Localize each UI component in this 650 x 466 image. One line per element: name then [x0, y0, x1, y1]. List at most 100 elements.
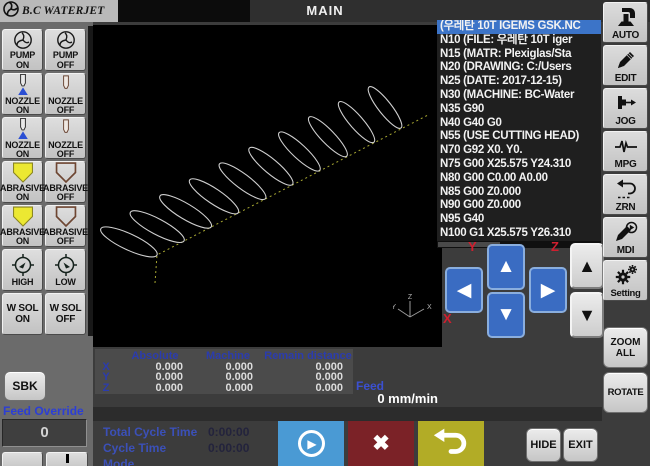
axis-z-label: Z: [95, 383, 117, 394]
menu-mdi-button[interactable]: MDI: [603, 217, 648, 258]
left-sidebar: PUMPON PUMPOFF NOZZLEON NOZZLEOFF NOZZLE…: [0, 22, 93, 466]
pump-icon: [56, 30, 76, 50]
zoom-all-button[interactable]: ZOOM ALL: [603, 327, 648, 368]
gcode-line[interactable]: N90 G00 Z0.000: [437, 199, 601, 213]
mode-label: Mode: [103, 457, 134, 466]
gcode-line[interactable]: N15 (MATR: Plexiglas/Sta: [437, 48, 601, 62]
y-machine-value: 0.000: [193, 372, 263, 383]
left-arrow-icon: ◀: [457, 279, 472, 302]
nozzle-off-button[interactable]: NOZZLEOFF: [45, 73, 86, 115]
jog-y-plus-button[interactable]: ▲: [487, 244, 525, 290]
logo-text: B.C WATERJET: [22, 5, 105, 17]
button-label: OFF: [43, 237, 88, 247]
title-bar: MAIN B.C WATERJET: [0, 0, 650, 22]
rotate-button[interactable]: ROTATE: [603, 372, 648, 413]
jog-z-plus-button[interactable]: ▲: [570, 243, 604, 289]
button-label: OFF: [50, 314, 82, 325]
cycle-stop-button[interactable]: ✖: [348, 421, 414, 466]
jog-z-minus-button[interactable]: ▼: [570, 292, 604, 338]
crosshair-icon: [54, 253, 78, 277]
down-arrow-icon: ▼: [497, 304, 516, 326]
jog-y-label: Y: [468, 239, 477, 254]
triad-z-label: Z: [408, 294, 413, 301]
abrasive-off-icon: [54, 206, 78, 227]
nozzle-icon: [57, 117, 75, 140]
nozzle-spray-icon: [14, 73, 32, 96]
return-to-zero-icon: [615, 175, 637, 203]
cycle-start-button[interactable]: ▶: [278, 421, 344, 466]
feed-override-value: 0: [2, 419, 87, 447]
nozzle2-off-button[interactable]: NOZZLEOFF: [45, 117, 86, 159]
y-absolute-value: 0.000: [117, 372, 193, 383]
logo-swirl-icon: [3, 1, 19, 22]
toolpath-canvas[interactable]: Z Y X: [93, 25, 442, 347]
axis-y-label: Y: [95, 372, 117, 383]
sbk-button[interactable]: SBK: [4, 371, 46, 401]
axis-triad: Z Y X: [393, 291, 437, 325]
gcode-line[interactable]: N80 G00 C0.00 A0.00: [437, 172, 601, 186]
menu-label: MDI: [617, 246, 634, 256]
menu-edit-button[interactable]: EDIT: [603, 45, 648, 86]
gcode-list[interactable]: (우레탄 10T IGEMS GSK.NCN10 (FILE: 우레탄 10T …: [437, 20, 601, 241]
position-header-absolute: Absolute: [117, 351, 193, 362]
jog-x-label: X: [443, 311, 452, 326]
abrasive-on-icon: [11, 162, 35, 183]
menu-jog-button[interactable]: JOG: [603, 88, 648, 129]
abrasive2-on-button[interactable]: ABRASIVEON: [2, 205, 43, 247]
menu-zrn-button[interactable]: ZRN: [603, 174, 648, 215]
gcode-line[interactable]: N25 (DATE: 2017-12-15): [437, 75, 601, 89]
wsol-on-button[interactable]: W SOLON: [2, 293, 43, 335]
button-label: ON: [5, 106, 40, 116]
menu-mpg-button[interactable]: MPG: [603, 131, 648, 172]
feed-down-button[interactable]: [2, 452, 43, 466]
auto-machine-icon: [615, 3, 637, 31]
position-header-machine: Machine: [193, 351, 263, 362]
jog-x-minus-button[interactable]: ◀: [445, 267, 483, 313]
exit-button[interactable]: EXIT: [563, 428, 598, 462]
pump-off-button[interactable]: PUMPOFF: [45, 29, 86, 71]
wsol-off-button[interactable]: W SOLOFF: [45, 293, 86, 335]
pump-on-button[interactable]: PUMPON: [2, 29, 43, 71]
triad-x-label: X: [427, 304, 432, 311]
menu-label: AUTO: [612, 31, 639, 41]
gcode-line[interactable]: N10 (FILE: 우레탄 10T iger: [437, 34, 601, 48]
abrasive-off-button[interactable]: ABRASIVEOFF: [45, 161, 86, 203]
jog-y-minus-button[interactable]: ▼: [487, 292, 525, 338]
feed-up-button[interactable]: [46, 452, 88, 466]
cycle-time-value: 0:00:00: [208, 441, 249, 455]
low-button[interactable]: LOW: [45, 249, 86, 291]
button-label: HIGH: [12, 278, 34, 288]
gcode-line[interactable]: N40 G40 G0: [437, 117, 601, 131]
menu-auto-button[interactable]: AUTO: [603, 2, 648, 43]
gcode-line[interactable]: N100 G1 X25.575 Y26.310: [437, 227, 601, 241]
gcode-line[interactable]: N35 G90: [437, 103, 601, 117]
gcode-line[interactable]: N95 G40: [437, 213, 601, 227]
high-button[interactable]: HIGH: [2, 249, 43, 291]
gcode-line[interactable]: N75 G00 X25.575 Y24.310: [437, 158, 601, 172]
gcode-line[interactable]: N55 (USE CUTTING HEAD): [437, 130, 601, 144]
abrasive-on-button[interactable]: ABRASIVEON: [2, 161, 43, 203]
return-button[interactable]: [418, 421, 484, 466]
gcode-line[interactable]: N70 G92 X0. Y0.: [437, 144, 601, 158]
sbk-label: SBK: [12, 379, 37, 393]
button-label: W SOL: [50, 303, 82, 314]
hide-button[interactable]: HIDE: [526, 428, 561, 462]
menu-label: Setting: [610, 289, 640, 299]
gcode-line[interactable]: N85 G00 Z0.000: [437, 186, 601, 200]
menu-setting-button[interactable]: Setting: [603, 260, 648, 301]
gcode-line[interactable]: (우레탄 10T IGEMS GSK.NC: [437, 20, 601, 34]
nozzle-on-button[interactable]: NOZZLEON: [2, 73, 43, 115]
position-panel: Absolute Machine Remain distance X 0.000…: [95, 349, 353, 394]
abrasive2-off-button[interactable]: ABRASIVEOFF: [45, 205, 86, 247]
exit-label: EXIT: [568, 439, 592, 451]
triad-y-label: Y: [393, 304, 396, 311]
nozzle2-on-button[interactable]: NOZZLEON: [2, 117, 43, 159]
mdi-pencil-play-icon: [614, 218, 638, 246]
abrasive-on-icon: [11, 206, 35, 227]
jog-x-plus-button[interactable]: ▶: [529, 267, 567, 313]
button-label: ON: [5, 150, 40, 160]
crosshair-icon: [11, 253, 35, 277]
gcode-line[interactable]: N30 (MACHINE: BC-Water: [437, 89, 601, 103]
gcode-line[interactable]: N20 (DRAWING: C:/Users: [437, 61, 601, 75]
position-header-remain: Remain distance: [263, 351, 353, 362]
